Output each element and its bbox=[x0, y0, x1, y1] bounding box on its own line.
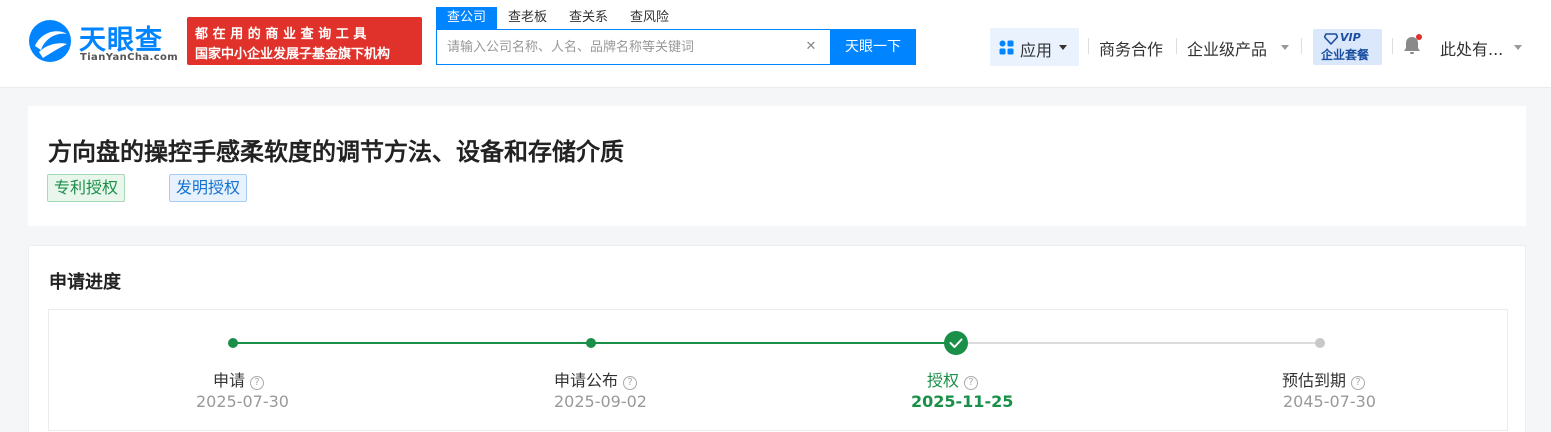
search-box: ✕ bbox=[436, 29, 831, 65]
vip-enterprise-package[interactable]: VIP 企业套餐 bbox=[1313, 29, 1382, 65]
apps-menu-button[interactable]: 应用 bbox=[990, 28, 1079, 66]
help-icon[interactable]: ? bbox=[964, 376, 979, 390]
step-label-expiry: 预估到期? bbox=[1282, 367, 1366, 391]
type-badge: 发明授权 bbox=[169, 174, 248, 202]
patent-header-card: 方向盘的操控手感柔软度的调节方法、设备和存储介质 专利授权 发明授权 bbox=[28, 106, 1526, 226]
enterprise-products-link[interactable]: 企业级产品 bbox=[1187, 36, 1267, 60]
apps-label: 应用 bbox=[1020, 41, 1053, 60]
section-title: 申请进度 bbox=[49, 272, 121, 293]
step-date-publish: 2025-09-02 bbox=[554, 392, 647, 411]
slogan-banner: 都在用的商业查询工具 国家中小企业发展子基金旗下机构 bbox=[187, 17, 422, 65]
nav-divider bbox=[1176, 38, 1177, 54]
tab-relation[interactable]: 查关系 bbox=[558, 7, 619, 29]
search-input[interactable] bbox=[437, 30, 797, 64]
slogan-line-2: 国家中小企业发展子基金旗下机构 bbox=[195, 47, 391, 62]
step-label-text: 申请 bbox=[213, 371, 246, 390]
step-dot-future bbox=[1315, 338, 1325, 348]
vip-badge-text: VIP bbox=[1340, 31, 1361, 44]
site-logo[interactable]: 天眼查 TianYanCha.com bbox=[27, 16, 179, 66]
tab-company[interactable]: 查公司 bbox=[436, 7, 498, 29]
notification-bell-icon[interactable] bbox=[1401, 34, 1423, 56]
vip-badge: VIP bbox=[1322, 31, 1376, 46]
step-date-apply: 2025-07-30 bbox=[196, 392, 289, 411]
step-label-grant: 授权? bbox=[927, 367, 979, 391]
step-label-text: 申请公布 bbox=[554, 371, 619, 390]
step-dot-done bbox=[586, 338, 596, 348]
chevron-down-icon bbox=[1281, 45, 1289, 50]
application-progress-card: 申请进度 申请? 2025-07-30 申请公布? 2025-09-02 授权?… bbox=[28, 245, 1526, 432]
progress-steps: 申请? 2025-07-30 申请公布? 2025-09-02 授权? 2025… bbox=[48, 309, 1508, 431]
patent-title: 方向盘的操控手感柔软度的调节方法、设备和存储介质 bbox=[48, 138, 624, 166]
step-current-check-icon bbox=[944, 331, 968, 355]
step-date-expiry: 2045-07-30 bbox=[1283, 392, 1376, 411]
step-label-text: 预估到期 bbox=[1282, 371, 1347, 390]
user-menu[interactable]: 此处有... bbox=[1440, 36, 1503, 60]
step-label-apply: 申请? bbox=[213, 367, 265, 391]
step-date-grant: 2025-11-25 bbox=[911, 392, 1014, 411]
step-label-text: 授权 bbox=[927, 371, 960, 390]
logo-domain: TianYanCha.com bbox=[80, 52, 179, 63]
tianyancha-logo-icon bbox=[29, 20, 71, 62]
clear-icon[interactable]: ✕ bbox=[803, 39, 819, 55]
help-icon[interactable]: ? bbox=[250, 376, 265, 390]
search-tabs: 查公司 查老板 查关系 查风险 bbox=[436, 7, 680, 29]
nav-divider bbox=[1392, 38, 1393, 54]
slogan-line-1: 都在用的商业查询工具 bbox=[195, 27, 372, 42]
diamond-icon bbox=[1324, 33, 1338, 45]
step-dot-done bbox=[228, 338, 238, 348]
status-badge: 专利授权 bbox=[47, 174, 126, 202]
top-header: 天眼查 TianYanCha.com 都在用的商业查询工具 国家中小企业发展子基… bbox=[0, 0, 1551, 88]
nav-divider bbox=[1301, 38, 1302, 54]
apps-grid-icon bbox=[999, 40, 1014, 55]
help-icon[interactable]: ? bbox=[623, 376, 638, 390]
chevron-down-icon bbox=[1059, 45, 1067, 50]
nav-divider bbox=[1088, 38, 1089, 54]
chevron-down-icon bbox=[1514, 45, 1522, 50]
search-button[interactable]: 天眼一下 bbox=[830, 29, 916, 65]
help-icon[interactable]: ? bbox=[1351, 376, 1366, 390]
vip-label: 企业套餐 bbox=[1321, 48, 1370, 62]
step-label-publish: 申请公布? bbox=[554, 367, 638, 391]
business-cooperation-link[interactable]: 商务合作 bbox=[1099, 36, 1163, 60]
tab-boss[interactable]: 查老板 bbox=[497, 7, 558, 29]
tab-risk[interactable]: 查风险 bbox=[619, 7, 680, 29]
